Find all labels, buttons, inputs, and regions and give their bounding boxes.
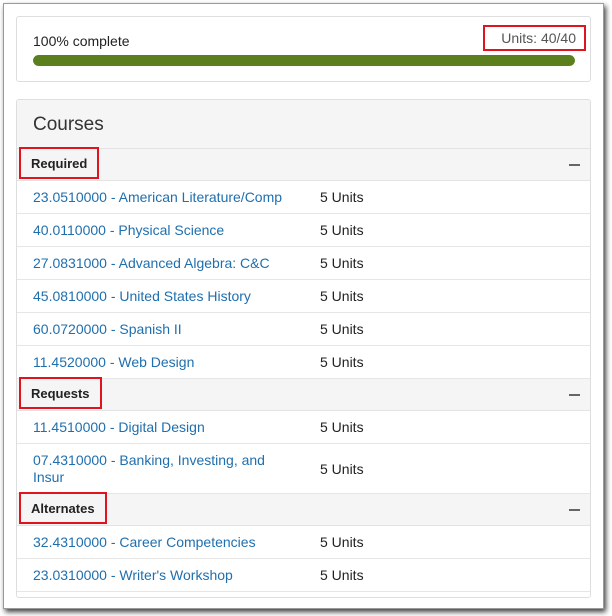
minus-icon[interactable]	[569, 394, 580, 396]
course-row: 23.0310000 - Writer's Workshop 5 Units	[17, 559, 590, 592]
courses-title: Courses	[33, 114, 104, 135]
progress-bar-fill	[33, 55, 575, 66]
group-label-requests: Requests	[19, 377, 102, 409]
course-row: 32.4310000 - Career Competencies 5 Units	[17, 526, 590, 559]
course-row: 11.4520000 - Web Design 5 Units	[17, 346, 590, 379]
course-link[interactable]: 40.0110000 - Physical Science	[33, 222, 293, 239]
screenshot-frame: 100% complete Units: 40/40 Courses Requi…	[3, 3, 604, 609]
course-link[interactable]: 32.4310000 - Career Competencies	[33, 534, 293, 551]
course-link[interactable]: 07.4310000 - Banking, Investing, and Ins…	[33, 452, 293, 486]
units-total: Units: 40/40	[483, 25, 586, 51]
course-link[interactable]: 23.0310000 - Writer's Workshop	[33, 567, 293, 584]
group-header-alternates[interactable]: Alternates	[17, 492, 590, 526]
group-header-requests[interactable]: Requests	[17, 377, 590, 411]
course-row: 27.0831000 - Advanced Algebra: C&C 5 Uni…	[17, 247, 590, 280]
course-row: 07.4310000 - Banking, Investing, and Ins…	[17, 444, 590, 494]
group-label-alternates: Alternates	[19, 492, 107, 524]
course-units: 5 Units	[320, 255, 364, 271]
course-units: 5 Units	[320, 567, 364, 583]
course-units: 5 Units	[320, 222, 364, 238]
course-units: 5 Units	[320, 354, 364, 370]
group-label-required: Required	[19, 147, 100, 179]
group-header-required[interactable]: Required	[17, 147, 590, 181]
courses-header: Courses	[17, 100, 590, 149]
course-link[interactable]: 60.0720000 - Spanish II	[33, 321, 293, 338]
course-row: 45.0810000 - United States History 5 Uni…	[17, 280, 590, 313]
minus-icon[interactable]	[569, 509, 580, 511]
course-row: 60.0720000 - Spanish II 5 Units	[17, 313, 590, 346]
course-units: 5 Units	[320, 189, 364, 205]
course-link[interactable]: 11.4520000 - Web Design	[33, 354, 293, 371]
course-link[interactable]: 45.0810000 - United States History	[33, 288, 293, 305]
progress-card: 100% complete Units: 40/40	[16, 16, 591, 82]
minus-icon[interactable]	[569, 164, 580, 166]
course-link[interactable]: 23.0510000 - American Literature/Comp	[33, 189, 293, 206]
course-units: 5 Units	[320, 321, 364, 337]
progress-bar	[33, 55, 575, 66]
progress-label: 100% complete	[33, 33, 130, 49]
course-link[interactable]: 11.4510000 - Digital Design	[33, 419, 293, 436]
course-units: 5 Units	[320, 419, 364, 435]
course-row: 23.0510000 - American Literature/Comp 5 …	[17, 181, 590, 214]
course-units: 5 Units	[320, 534, 364, 550]
course-link[interactable]: 27.0831000 - Advanced Algebra: C&C	[33, 255, 293, 272]
courses-panel: Courses Required 23.0510000 - American L…	[16, 99, 591, 598]
course-units: 5 Units	[320, 461, 364, 477]
course-row: 40.0110000 - Physical Science 5 Units	[17, 214, 590, 247]
course-units: 5 Units	[320, 288, 364, 304]
course-row: 11.4510000 - Digital Design 5 Units	[17, 411, 590, 444]
